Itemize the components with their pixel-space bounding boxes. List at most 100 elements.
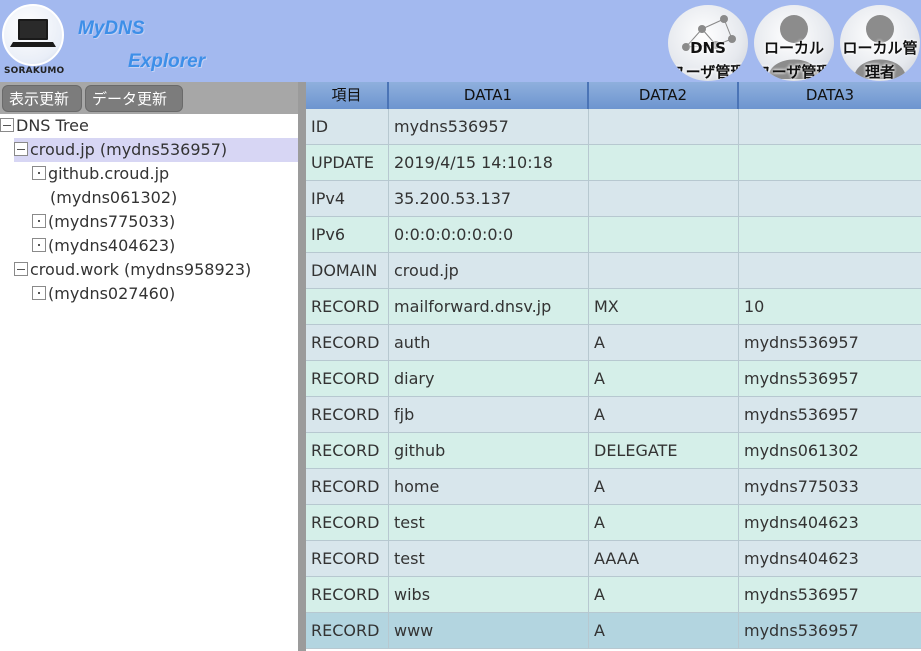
cell-data1: fjb [389, 397, 589, 432]
table-row[interactable]: RECORD fjb A mydns536957 [306, 397, 921, 433]
tree-toolbar: 表示更新 データ更新 [0, 82, 298, 114]
tree-node-github[interactable]: github.croud.jp [32, 162, 169, 186]
cell-item: RECORD [306, 433, 389, 468]
column-header-data1[interactable]: DATA1 [389, 82, 589, 109]
cell-data2 [589, 217, 739, 252]
cell-data1: github [389, 433, 589, 468]
cell-item: IPv4 [306, 181, 389, 216]
cell-data1: mydns536957 [389, 109, 589, 144]
table-row[interactable]: IPv6 0:0:0:0:0:0:0:0 [306, 217, 921, 253]
tree-node-mydns027460[interactable]: (mydns027460) [32, 282, 175, 306]
tree-root[interactable]: DNS Tree [0, 114, 298, 138]
tree-node-label: (mydns404623) [48, 236, 176, 255]
cell-data3 [739, 145, 921, 180]
tree-node-mydns775033[interactable]: (mydns775033) [32, 210, 175, 234]
local-user-admin-button[interactable]: ローカル ユーザ管理 [754, 5, 834, 81]
cell-data3: mydns536957 [744, 369, 859, 388]
cell-data3: mydns061302 [744, 441, 859, 460]
table-row[interactable]: RECORD auth A mydns536957 [306, 325, 921, 361]
local-user-button-line2: ユーザ管理 [756, 63, 832, 81]
cell-item: RECORD [306, 361, 389, 396]
cell-data1: test [389, 541, 589, 576]
cell-data2: A [589, 325, 739, 360]
tree-node-github-id[interactable]: (mydns061302) [50, 186, 177, 210]
cell-data3: mydns536957 [744, 405, 859, 424]
cell-data3: mydns775033 [744, 477, 859, 496]
cell-data1: auth [389, 325, 589, 360]
table-row[interactable]: RECORD www A mydns536957 [306, 613, 921, 649]
cell-item: RECORD [306, 577, 389, 612]
table-row[interactable]: RECORD diary A mydns536957 [306, 361, 921, 397]
table-row[interactable]: RECORD mailforward.dnsv.jp MX 10 [306, 289, 921, 325]
cell-data3 [739, 181, 921, 216]
cell-data3: mydns536957 [744, 333, 859, 352]
cell-data2: A [589, 397, 739, 432]
cell-data3: mydns404623 [744, 513, 859, 532]
laptop-icon [10, 19, 56, 47]
pane-splitter[interactable] [298, 82, 306, 651]
column-header-data2[interactable]: DATA2 [589, 82, 739, 109]
tree-node-croud-work[interactable]: croud.work (mydns958923) [14, 258, 251, 282]
tree-node-label: (mydns027460) [48, 284, 176, 303]
collapse-icon[interactable] [14, 141, 28, 156]
tree-node-label: (mydns775033) [48, 212, 176, 231]
cell-data1: www [389, 613, 589, 648]
table-row[interactable]: RECORD home A mydns775033 [306, 469, 921, 505]
local-admin-button[interactable]: ローカル管 理者 [840, 5, 920, 81]
cell-item: RECORD [306, 505, 389, 540]
tree-node-label: croud.jp (mydns536957) [30, 140, 228, 159]
table-row[interactable]: RECORD test A mydns404623 [306, 505, 921, 541]
dns-user-admin-button[interactable]: DNS ユーザ管理 [668, 5, 748, 81]
column-header-data3[interactable]: DATA3 [739, 82, 921, 109]
dns-button-line2: ユーザ管理 [670, 63, 746, 81]
tree-pane: 表示更新 データ更新 DNS Tree croud.jp (mydns53695… [0, 82, 298, 651]
cell-data1: home [389, 469, 589, 504]
cell-data2: AAAA [589, 541, 739, 576]
leaf-node-icon [32, 165, 46, 180]
table-row[interactable]: DOMAIN croud.jp [306, 253, 921, 289]
cell-data1: 35.200.53.137 [389, 181, 589, 216]
tree-node-label: (mydns061302) [50, 188, 178, 207]
column-header-item[interactable]: 項目 [306, 82, 389, 109]
refresh-data-button[interactable]: データ更新 [85, 85, 183, 112]
collapse-icon[interactable] [0, 117, 14, 132]
table-row[interactable]: UPDATE 2019/4/15 14:10:18 [306, 145, 921, 181]
cell-item: RECORD [306, 613, 389, 648]
cell-data3: 10 [744, 297, 765, 316]
cell-data2 [589, 181, 739, 216]
cell-item: DOMAIN [306, 253, 389, 288]
table-header: 項目 DATA1 DATA2 DATA3 [306, 82, 921, 109]
cell-data2: DELEGATE [589, 433, 739, 468]
app-logo [2, 4, 64, 66]
local-user-button-line1: ローカル [763, 39, 824, 57]
table-row[interactable]: IPv4 35.200.53.137 [306, 181, 921, 217]
table-row[interactable]: ID mydns536957 [306, 109, 921, 145]
app-title: MyDNS [78, 18, 145, 39]
table-row[interactable]: RECORD github DELEGATE mydns061302 [306, 433, 921, 469]
cell-data1: croud.jp [389, 253, 589, 288]
leaf-node-icon [32, 285, 46, 300]
cell-data1: test [389, 505, 589, 540]
refresh-view-button[interactable]: 表示更新 [2, 85, 82, 112]
logo-text: SORAKUMO [4, 66, 65, 76]
cell-data3 [739, 217, 921, 252]
tree-node-mydns404623[interactable]: (mydns404623) [32, 234, 175, 258]
cell-data3 [739, 253, 921, 288]
cell-data2 [589, 145, 739, 180]
cell-data2: A [589, 361, 739, 396]
cell-data1: diary [389, 361, 589, 396]
cell-item: RECORD [306, 469, 389, 504]
local-admin-button-line1: ローカル管 [842, 39, 918, 57]
table-row[interactable]: RECORD wibs A mydns536957 [306, 577, 921, 613]
cell-item: IPv6 [306, 217, 389, 252]
cell-item: ID [306, 109, 389, 144]
tree-node-label: github.croud.jp [48, 164, 170, 183]
cell-data2: A [589, 505, 739, 540]
cell-item: RECORD [306, 325, 389, 360]
tree-node-croud-jp[interactable]: croud.jp (mydns536957) [14, 138, 298, 162]
cell-data2: A [589, 577, 739, 612]
table-row[interactable]: RECORD test AAAA mydns404623 [306, 541, 921, 577]
cell-data3 [739, 109, 921, 144]
collapse-icon[interactable] [14, 261, 28, 276]
leaf-node-icon [32, 237, 46, 252]
